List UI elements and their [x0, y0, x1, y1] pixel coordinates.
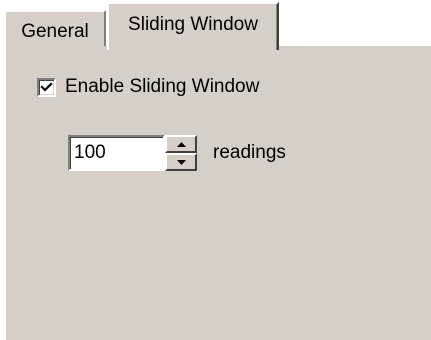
- readings-unit-label: readings: [213, 142, 286, 163]
- tab-panel: Enable Sliding Window readings: [4, 46, 431, 340]
- readings-spin-buttons: [165, 135, 197, 171]
- tab-strip: General Sliding Window: [0, 0, 431, 50]
- tab-sliding-window[interactable]: Sliding Window: [107, 2, 279, 50]
- spin-up-button[interactable]: [165, 135, 197, 153]
- tab-sliding-window-label: Sliding Window: [128, 14, 258, 35]
- checkmark-icon: [40, 81, 53, 92]
- enable-sliding-window-option[interactable]: Enable Sliding Window: [37, 76, 259, 98]
- tab-general[interactable]: General: [4, 10, 106, 48]
- arrow-up-icon: [176, 141, 186, 147]
- tab-general-label: General: [21, 21, 89, 42]
- readings-spin-control: readings: [68, 135, 286, 171]
- enable-sliding-window-label: Enable Sliding Window: [65, 76, 260, 97]
- spin-down-button[interactable]: [165, 153, 197, 171]
- readings-count-input[interactable]: [68, 135, 165, 171]
- enable-sliding-window-checkbox[interactable]: [37, 77, 56, 97]
- arrow-down-icon: [176, 159, 186, 165]
